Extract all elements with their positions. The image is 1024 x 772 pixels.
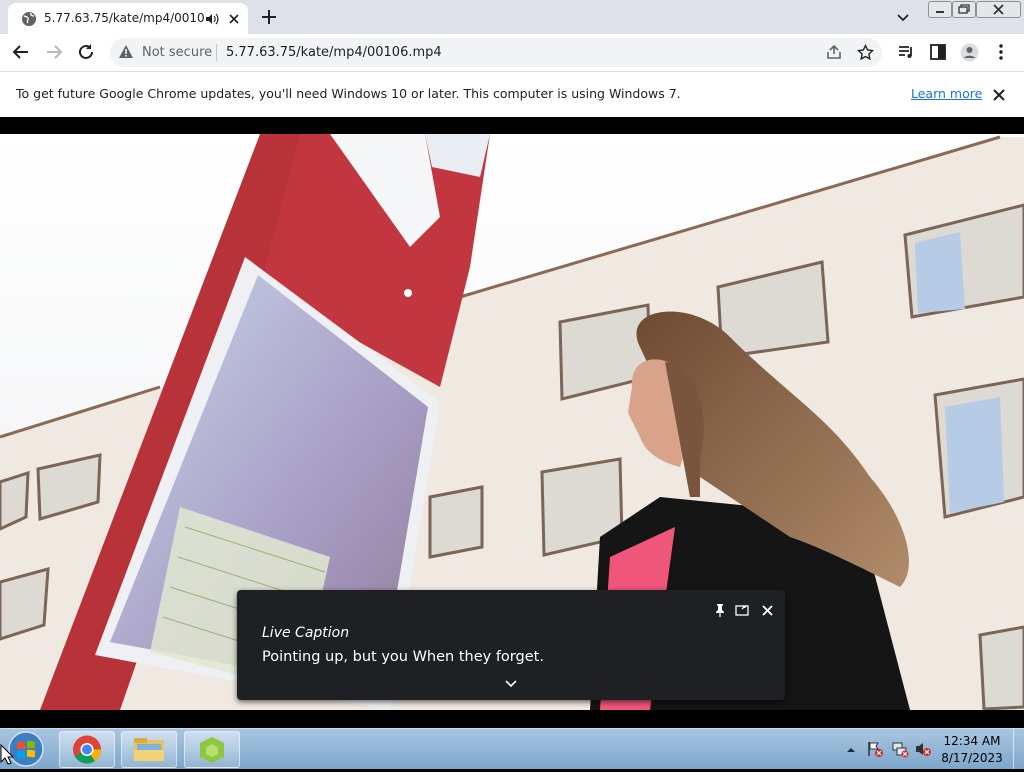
live-caption-bubble[interactable]: Live Caption Pointing up, but you When t… — [237, 590, 785, 700]
side-panel-icon[interactable] — [929, 43, 947, 65]
taskbar-android[interactable] — [184, 731, 240, 768]
caption-title: Live Caption — [262, 625, 350, 641]
globe-icon — [21, 11, 37, 31]
bookmark-star-icon[interactable] — [856, 43, 875, 65]
audio-playing-icon[interactable] — [205, 11, 219, 30]
windows-taskbar: 12:34 AM 8/17/2023 — [0, 728, 1024, 769]
taskbar-chrome[interactable] — [59, 731, 115, 768]
divider — [216, 44, 217, 61]
chevron-down-icon[interactable] — [896, 10, 910, 29]
browser-tab[interactable]: 5.77.63.75/kate/mp4/00106.mp4 — [8, 3, 248, 34]
tray-expand-icon[interactable] — [846, 740, 856, 759]
android-icon — [200, 737, 224, 763]
file-explorer-icon — [134, 738, 164, 761]
clock-date[interactable]: 8/17/2023 — [932, 751, 1012, 765]
show-desktop-button[interactable] — [1013, 729, 1024, 769]
clock-time[interactable]: 12:34 AM — [932, 734, 1012, 748]
mouse-cursor-icon — [0, 744, 14, 765]
taskbar-explorer[interactable] — [121, 731, 177, 768]
network-icon[interactable] — [891, 740, 909, 762]
close-icon[interactable] — [992, 87, 1006, 106]
tab-strip: 5.77.63.75/kate/mp4/00106.mp4 — [0, 0, 1024, 34]
warning-icon[interactable] — [118, 44, 134, 64]
close-window-button[interactable] — [976, 1, 1021, 18]
minimize-button[interactable] — [928, 1, 952, 18]
update-infobar: To get future Google Chrome updates, you… — [0, 71, 1024, 118]
new-tab-button[interactable] — [260, 8, 278, 30]
restore-button[interactable] — [952, 1, 976, 18]
infobar-message: To get future Google Chrome updates, you… — [16, 86, 681, 101]
media-controls-icon[interactable] — [897, 43, 915, 65]
pin-icon[interactable] — [714, 602, 726, 621]
expand-icon[interactable] — [735, 602, 749, 621]
close-tab-icon[interactable] — [227, 11, 241, 30]
chevron-down-icon[interactable] — [504, 674, 518, 693]
tab-title: 5.77.63.75/kate/mp4/00106.mp4 — [44, 11, 204, 25]
close-icon[interactable] — [761, 602, 774, 621]
action-center-flag-icon[interactable] — [866, 740, 884, 762]
address-bar[interactable]: Not secure 5.77.63.75/kate/mp4/00106.mp4 — [110, 38, 882, 67]
url-text[interactable]: 5.77.63.75/kate/mp4/00106.mp4 — [226, 45, 442, 60]
browser-toolbar: Not secure 5.77.63.75/kate/mp4/00106.mp4 — [0, 34, 1024, 71]
share-icon[interactable] — [826, 44, 842, 64]
caption-text: Pointing up, but you When they forget. — [262, 649, 544, 665]
volume-muted-icon[interactable] — [914, 740, 932, 762]
back-icon[interactable] — [12, 43, 30, 65]
security-label[interactable]: Not secure — [142, 45, 212, 60]
reload-icon[interactable] — [77, 43, 95, 65]
profile-avatar-icon[interactable] — [960, 43, 979, 66]
learn-more-link[interactable]: Learn more — [911, 86, 982, 101]
chrome-icon — [73, 735, 101, 764]
forward-icon[interactable] — [45, 43, 63, 65]
menu-kebab-icon[interactable] — [996, 43, 1006, 65]
